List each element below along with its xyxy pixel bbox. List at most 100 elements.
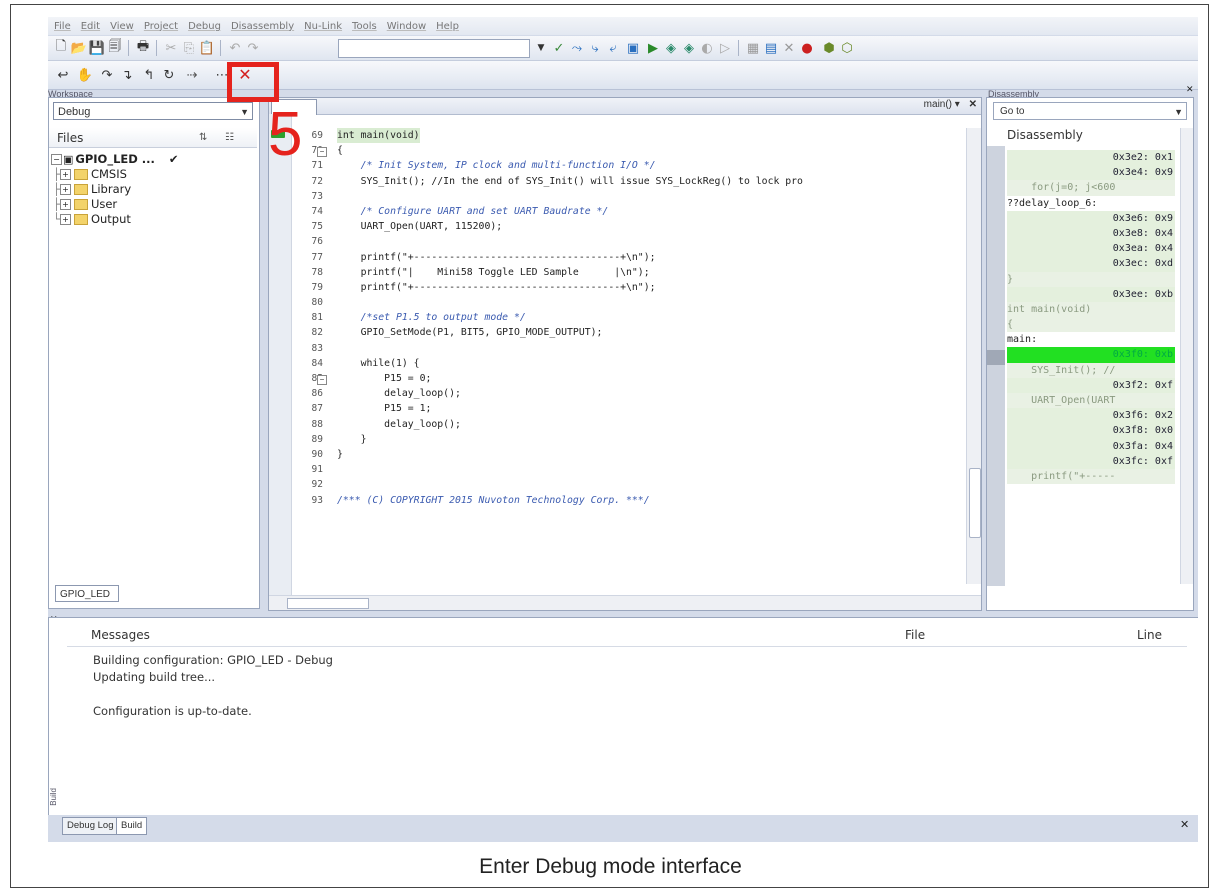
menu-view[interactable]: View [110, 21, 134, 32]
code-line[interactable]: } [337, 432, 957, 447]
fold-toggle-icon[interactable]: − [317, 147, 327, 157]
scroll-thumb[interactable] [287, 598, 369, 609]
code-line[interactable]: } [337, 447, 957, 462]
paste-icon[interactable]: 📋 [198, 39, 216, 57]
function-selector[interactable]: main() ▾ ✕ [924, 99, 977, 110]
code-line[interactable]: UART_Open(UART, 115200); [337, 219, 957, 234]
step-out-debug-icon[interactable]: ↰ [140, 66, 158, 84]
collapse-icon[interactable]: − [51, 154, 62, 165]
disassembly-line[interactable]: 0x3e4: 0x9 [1007, 165, 1175, 181]
save-all-icon[interactable]: 🗐 [106, 39, 124, 57]
reset-icon[interactable]: ↩ [54, 66, 72, 84]
code-line[interactable]: GPIO_SetMode(P1, BIT5, GPIO_MODE_OUTPUT)… [337, 325, 957, 340]
column-file[interactable]: File [905, 628, 925, 642]
find-dropdown-icon[interactable]: ▼ [532, 39, 550, 57]
editor-horizontal-scrollbar[interactable] [269, 595, 981, 610]
expand-icon[interactable]: + [59, 199, 71, 210]
column-messages[interactable]: Messages [91, 628, 150, 642]
tab-build[interactable]: Build [116, 817, 148, 835]
close-icon[interactable]: ✕ [1180, 818, 1189, 831]
disassembly-line[interactable]: } [1007, 271, 1175, 287]
make-icon[interactable]: ▤ [762, 39, 780, 57]
disassembly-line[interactable]: printf("+----- [1007, 468, 1175, 485]
tree-folder-cmsis[interactable]: ├ + CMSIS [51, 167, 179, 182]
break-icon[interactable]: ✋ [76, 66, 94, 84]
code-line[interactable] [337, 477, 957, 492]
code-line[interactable]: /* Configure UART and set UART Baudrate … [337, 204, 957, 219]
disassembly-line[interactable]: 0x3f6: 0x2 [1007, 408, 1175, 424]
code-line[interactable] [337, 295, 957, 310]
disassembly-scrollbar[interactable] [1180, 128, 1193, 584]
disassembly-line[interactable]: { [1007, 317, 1175, 333]
cut-icon[interactable]: ✂ [162, 39, 180, 57]
editor-gutter[interactable] [269, 114, 292, 610]
code-line[interactable]: while(1) { [337, 356, 957, 371]
disassembly-line[interactable]: ??delay_loop_6: [1007, 195, 1175, 211]
column-line[interactable]: Line [1137, 628, 1162, 642]
disassembly-line[interactable]: 0x3fc: 0xf [1007, 453, 1175, 469]
menu-help[interactable]: Help [436, 21, 459, 32]
code-line[interactable] [337, 234, 957, 249]
disassembly-line[interactable]: 0x3ec: 0xd [1007, 256, 1175, 272]
find-combo[interactable] [338, 39, 530, 58]
disassembly-line[interactable]: for(j=0; j<600 [1007, 180, 1175, 196]
debug-without-download-icon[interactable]: ⬡ [838, 39, 856, 57]
disassembly-line[interactable]: 0x3f2: 0xf [1007, 377, 1175, 393]
disassembly-line[interactable]: 0x3f8: 0x0 [1007, 423, 1175, 439]
redo-icon[interactable]: ↷ [244, 39, 262, 57]
disassembly-line[interactable]: SYS_Init(); // [1007, 362, 1175, 378]
print-icon[interactable]: 🖶 [134, 39, 152, 57]
disassembly-line[interactable]: 0x3ee: 0xb [1007, 286, 1175, 302]
step-over-icon[interactable]: ◈ [680, 39, 698, 57]
step-into-icon[interactable]: ↴ [118, 66, 136, 84]
disassembly-line[interactable]: main: [1007, 332, 1175, 348]
close-icon[interactable]: ✕ [969, 99, 977, 110]
code-line[interactable]: printf("+-------------------------------… [337, 250, 957, 265]
sort-icon[interactable]: ⇅ [199, 128, 207, 148]
code-editor[interactable]: main() ▾ ✕ 69707172737475767778798081828… [268, 97, 982, 611]
message-line[interactable]: Building configuration: GPIO_LED - Debug [93, 652, 333, 669]
configuration-select[interactable]: Debug ▼ [53, 102, 253, 120]
save-icon[interactable]: 💾 [88, 39, 106, 57]
step-icon[interactable]: ◈ [662, 39, 680, 57]
expand-icon[interactable]: + [59, 169, 71, 180]
goto-combo[interactable]: Go to ▼ [993, 102, 1187, 120]
next-statement-icon[interactable]: ▷ [716, 39, 734, 57]
new-file-icon[interactable]: 🗋 [52, 39, 70, 57]
disassembly-line[interactable]: 0x3e8: 0x4 [1007, 225, 1175, 242]
navigate-back-icon[interactable]: ⤶ [604, 39, 622, 57]
code-line[interactable]: P15 = 1; [337, 401, 957, 416]
code-line[interactable] [337, 341, 957, 356]
tab-debug-log[interactable]: Debug Log [62, 817, 119, 835]
menu-project[interactable]: Project [144, 21, 178, 32]
code-line[interactable]: /*set P1.5 to output mode */ [337, 310, 957, 325]
code-lines[interactable]: int main(void){ /* Init System, IP clock… [337, 128, 957, 508]
menu-edit[interactable]: Edit [81, 21, 100, 32]
stop-build-icon[interactable]: ✕ [780, 39, 798, 57]
workspace-tab[interactable]: GPIO_LED [55, 585, 119, 602]
disassembly-line[interactable]: 0x3fa: 0x4 [1007, 438, 1175, 454]
navigate-icon[interactable]: ⤷ [586, 39, 604, 57]
expand-icon[interactable]: + [59, 184, 71, 195]
scroll-thumb[interactable] [969, 468, 981, 538]
compile-icon[interactable]: ▦ [744, 39, 762, 57]
next-bookmark-icon[interactable]: ⤳ [568, 39, 586, 57]
tree-folder-library[interactable]: ├ + Library [51, 182, 179, 197]
disassembly-line[interactable]: UART_Open(UART [1007, 393, 1175, 409]
menu-disassembly[interactable]: Disassembly [231, 21, 294, 32]
disassembly-line[interactable]: 0x3ea: 0x4 [1007, 241, 1175, 257]
code-line[interactable]: delay_loop(); [337, 386, 957, 401]
download-debug-icon[interactable]: ⬢ [820, 39, 838, 57]
code-line[interactable] [337, 189, 957, 204]
options-icon[interactable]: ☷ [225, 128, 234, 148]
fold-toggle-icon[interactable]: − [317, 375, 327, 385]
breakpoint-icon[interactable]: ● [798, 39, 816, 57]
toggle-bookmark-icon[interactable]: ✓ [550, 39, 568, 57]
menu-file[interactable]: File [54, 21, 71, 32]
step-out-icon[interactable]: ◐ [698, 39, 716, 57]
expand-icon[interactable]: + [59, 214, 71, 225]
close-icon[interactable]: ✕ [1186, 85, 1194, 95]
disassembly-line[interactable]: 0x3e6: 0x9 [1007, 210, 1175, 226]
run-to-icon[interactable]: ▶ [644, 39, 662, 57]
code-line[interactable]: int main(void) [337, 128, 957, 144]
